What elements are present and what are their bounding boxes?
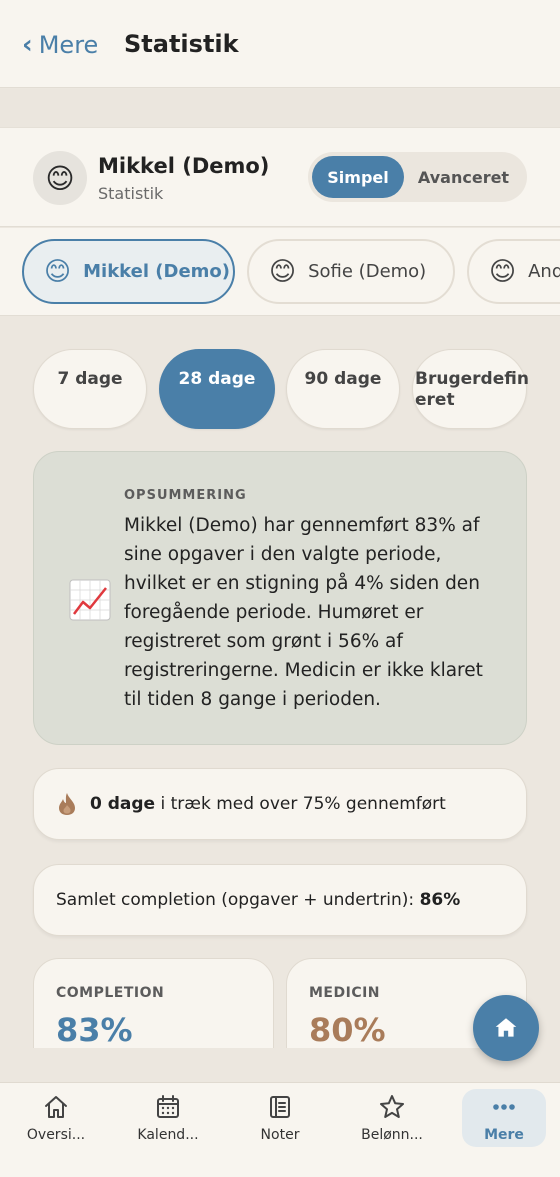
tab-overview[interactable]: Oversi... [14,1089,98,1147]
tab-rewards[interactable]: Belønn... [350,1089,434,1147]
back-button[interactable]: ‹ Mere [22,30,98,60]
page-title: Statistik [124,30,239,58]
profile-subtitle: Statistik [98,184,164,203]
streak-days: 0 dage [90,794,156,814]
star-icon [380,1095,404,1118]
streak-rest: i træk med over 75% gennemført [155,794,446,814]
tab-label: Mere [484,1127,524,1143]
range-custom-line-1: Brugerdefin [415,369,529,389]
range-custom[interactable]: Brugerdefin eret [412,349,529,429]
person-name: And [528,261,560,282]
tab-label: Belønn... [361,1127,423,1143]
tab-more[interactable]: Mere [462,1089,546,1147]
summary-text: Mikkel (Demo) har gennemført 83% af sine… [124,515,483,710]
range-7-days[interactable]: 7 dage [33,349,147,429]
range-custom-line-2: eret [415,390,455,410]
range-28-days[interactable]: 28 dage [159,349,275,429]
calendar-icon [157,1095,179,1118]
back-label: Mere [38,31,99,59]
smiley-icon: 😊 [489,256,517,287]
avatar: 😊 [33,151,87,205]
mode-simple-button[interactable]: Simpel [312,156,404,198]
total-completion-card: Samlet completion (opgaver + undertrin):… [33,864,527,936]
smiley-icon: 😊 [44,256,72,287]
total-completion-label: Samlet completion (opgaver + undertrin): [56,890,420,910]
person-chip-third[interactable]: 😊 And [467,239,560,304]
person-chip-mikkel[interactable]: 😊 Mikkel (Demo) [22,239,235,304]
notes-icon [270,1096,290,1118]
tab-notes[interactable]: Noter [238,1089,322,1147]
profile-name: Mikkel (Demo) [98,154,270,178]
person-chip-sofie[interactable]: 😊 Sofie (Demo) [247,239,455,304]
person-selector: 😊 Mikkel (Demo) 😊 Sofie (Demo) 😊 And [0,228,560,316]
flame-icon [59,793,75,815]
chevron-left-icon: ‹ [22,30,33,60]
tab-label: Oversi... [26,1127,86,1143]
mode-toggle: Simpel Avanceret [308,152,527,202]
tab-calendar[interactable]: Kalend... [126,1089,210,1147]
total-completion-value: 86% [419,890,461,910]
streak-card: 0 dage i træk med over 75% gennemført [33,768,527,840]
chart-increasing-icon [69,579,111,621]
smiley-icon: 😊 [269,256,297,287]
range-90-days[interactable]: 90 dage [286,349,400,429]
profile-card: 😊 Mikkel (Demo) Statistik Simpel Avancer… [0,127,560,227]
home-icon [495,1018,517,1037]
spacer [0,89,560,127]
stat-value: 83% [56,1011,133,1049]
person-name: Sofie (Demo) [308,261,427,282]
stat-label: MEDICIN [309,985,381,1001]
home-icon [45,1096,67,1118]
stat-label: COMPLETION [56,985,165,1001]
smiley-icon: 😊 [45,161,75,195]
top-bar: ‹ Mere Statistik [0,0,560,88]
content-bottom-mask [0,1048,560,1082]
tab-label: Kalend... [137,1127,199,1143]
person-name: Mikkel (Demo) [83,261,231,282]
stat-value: 80% [309,1011,386,1049]
bottom-tab-bar: Oversi... Kalend... Noter Belønn... Mere [0,1082,560,1177]
summary-card: OPSUMMERING Mikkel (Demo) har gennemført… [33,451,527,745]
tab-label: Noter [260,1127,300,1143]
summary-label: OPSUMMERING [124,488,247,503]
streak-text: 0 dage i træk med over 75% gennemført [90,794,446,814]
mode-advanced-button[interactable]: Avanceret [404,156,523,198]
home-fab-button[interactable] [473,995,539,1061]
more-icon [493,1104,515,1110]
